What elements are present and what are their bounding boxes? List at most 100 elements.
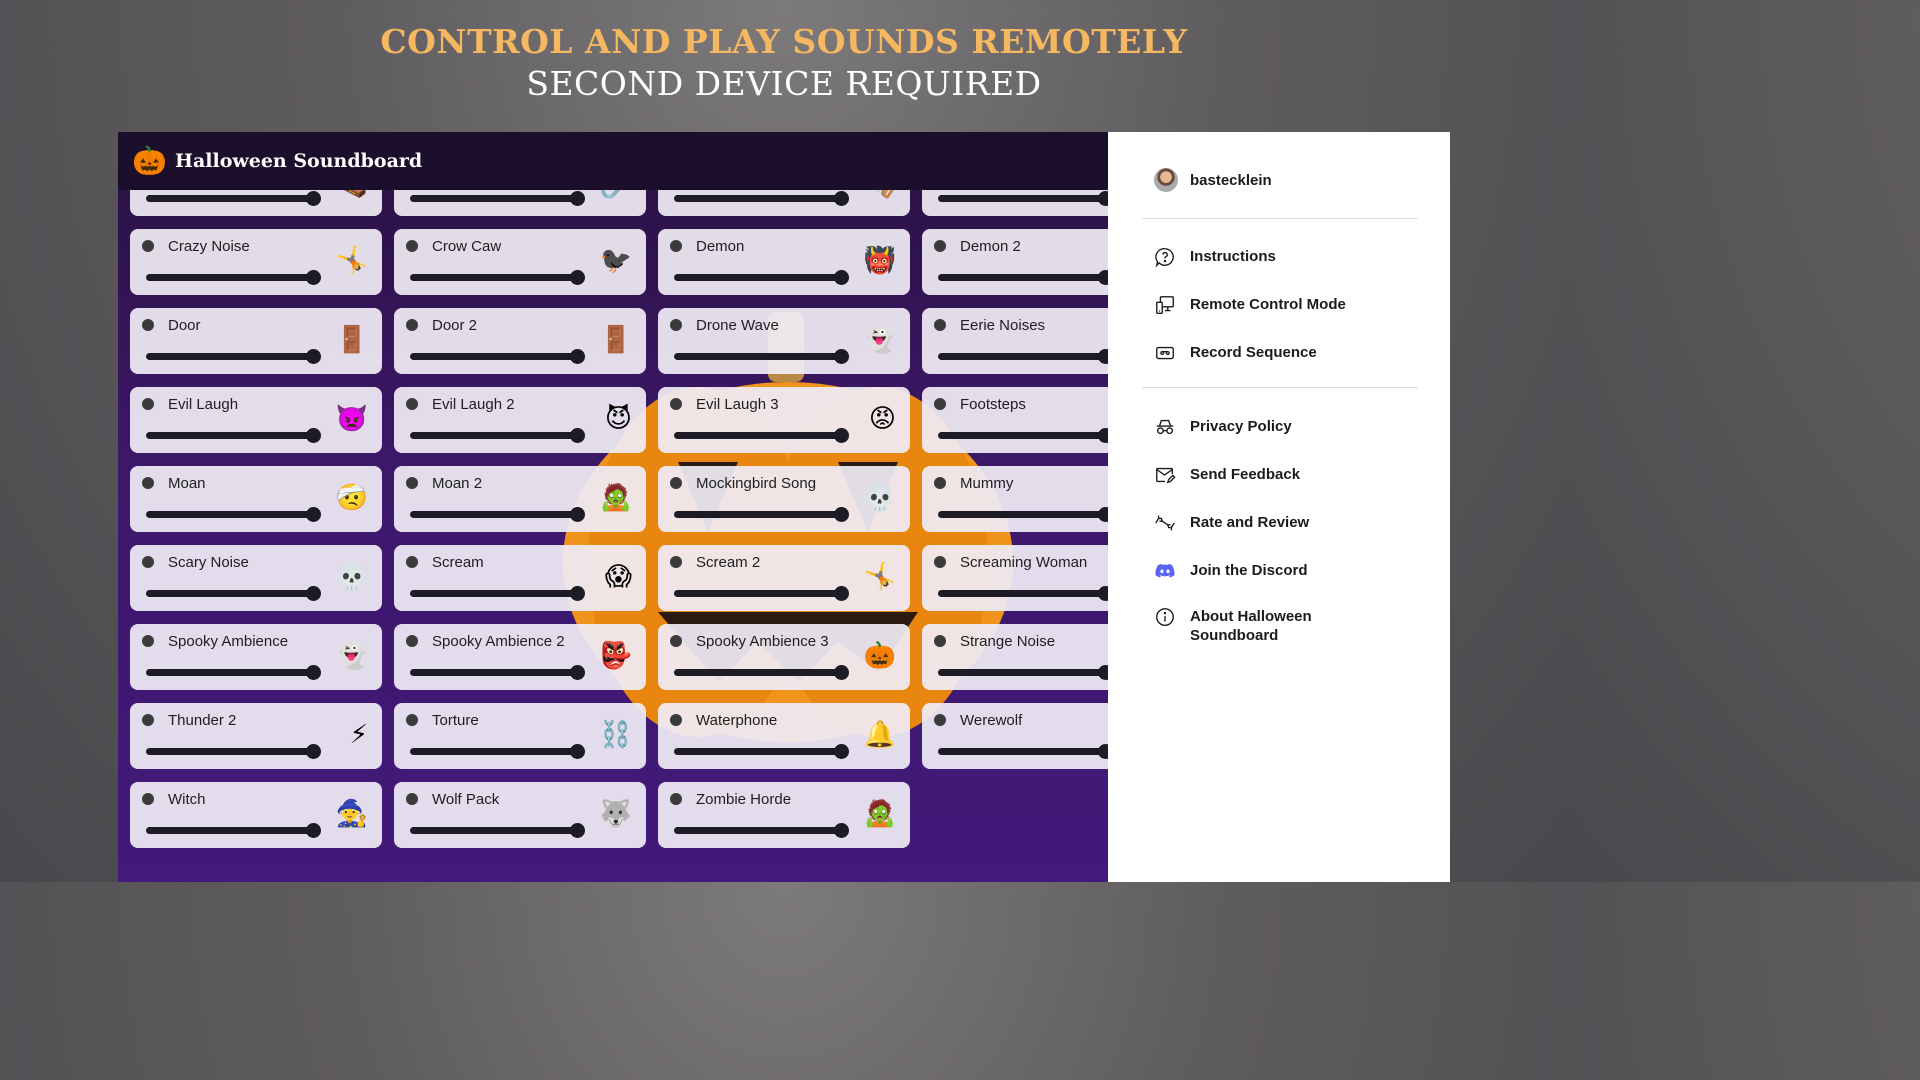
volume-slider-handle[interactable]: [570, 349, 585, 364]
play-indicator[interactable]: [934, 240, 946, 252]
volume-slider[interactable]: [146, 748, 314, 755]
volume-slider[interactable]: [674, 353, 842, 360]
volume-slider-handle[interactable]: [834, 586, 849, 601]
menu-item-remote-control[interactable]: Remote Control Mode: [1154, 295, 1346, 316]
volume-slider-handle[interactable]: [306, 191, 321, 206]
play-indicator[interactable]: [934, 635, 946, 647]
sound-card[interactable]: Moan 2 🧟: [394, 466, 646, 532]
sound-card[interactable]: Waterphone 🔔: [658, 703, 910, 769]
sound-card[interactable]: Evil Laugh 2 😈: [394, 387, 646, 453]
volume-slider[interactable]: [674, 669, 842, 676]
volume-slider[interactable]: [410, 590, 578, 597]
volume-slider-handle[interactable]: [1098, 428, 1108, 443]
play-indicator[interactable]: [142, 714, 154, 726]
volume-slider[interactable]: [938, 353, 1106, 360]
user-profile[interactable]: bastecklein: [1154, 168, 1272, 192]
volume-slider[interactable]: [938, 274, 1106, 281]
volume-slider-handle[interactable]: [1098, 665, 1108, 680]
volume-slider-handle[interactable]: [1098, 507, 1108, 522]
volume-slider[interactable]: [146, 511, 314, 518]
volume-slider[interactable]: [410, 511, 578, 518]
volume-slider-handle[interactable]: [306, 665, 321, 680]
volume-slider-handle[interactable]: [306, 507, 321, 522]
volume-slider[interactable]: [146, 669, 314, 676]
volume-slider[interactable]: [674, 827, 842, 834]
play-indicator[interactable]: [142, 635, 154, 647]
volume-slider[interactable]: [410, 195, 578, 202]
play-indicator[interactable]: [406, 635, 418, 647]
sound-card[interactable]: Crow Caw 🐦‍⬛: [394, 229, 646, 295]
play-indicator[interactable]: [142, 556, 154, 568]
volume-slider-handle[interactable]: [1098, 586, 1108, 601]
volume-slider-handle[interactable]: [570, 191, 585, 206]
volume-slider[interactable]: [410, 432, 578, 439]
sound-card[interactable]: Door 2 🚪: [394, 308, 646, 374]
volume-slider[interactable]: [674, 274, 842, 281]
play-indicator[interactable]: [406, 398, 418, 410]
volume-slider[interactable]: [146, 274, 314, 281]
volume-slider[interactable]: [938, 590, 1106, 597]
volume-slider-handle[interactable]: [306, 349, 321, 364]
play-indicator[interactable]: [670, 240, 682, 252]
volume-slider[interactable]: [674, 590, 842, 597]
play-indicator[interactable]: [670, 556, 682, 568]
menu-item-about[interactable]: About Halloween Soundboard: [1154, 607, 1340, 645]
volume-slider-handle[interactable]: [834, 270, 849, 285]
sound-card[interactable]: Witch 🧙: [130, 782, 382, 848]
sound-card[interactable]: Mummy: [922, 466, 1108, 532]
volume-slider-handle[interactable]: [834, 744, 849, 759]
menu-item-send-feedback[interactable]: Send Feedback: [1154, 465, 1300, 486]
volume-slider[interactable]: [674, 432, 842, 439]
play-indicator[interactable]: [934, 714, 946, 726]
play-indicator[interactable]: [406, 714, 418, 726]
sound-card[interactable]: Wolf Pack 🐺: [394, 782, 646, 848]
sound-card[interactable]: Werewolf: [922, 703, 1108, 769]
volume-slider-handle[interactable]: [570, 507, 585, 522]
volume-slider-handle[interactable]: [834, 349, 849, 364]
volume-slider-handle[interactable]: [1098, 191, 1108, 206]
volume-slider[interactable]: [674, 511, 842, 518]
volume-slider-handle[interactable]: [1098, 270, 1108, 285]
sound-card[interactable]: Scream 😱: [394, 545, 646, 611]
sound-card[interactable]: Evil Laugh 3 😡: [658, 387, 910, 453]
sound-card[interactable]: Screaming Woman: [922, 545, 1108, 611]
play-indicator[interactable]: [142, 240, 154, 252]
sound-card[interactable]: Torture ⛓️: [394, 703, 646, 769]
menu-item-instructions[interactable]: Instructions: [1154, 247, 1276, 268]
volume-slider[interactable]: [410, 827, 578, 834]
play-indicator[interactable]: [934, 319, 946, 331]
volume-slider[interactable]: [146, 827, 314, 834]
volume-slider[interactable]: [146, 195, 314, 202]
volume-slider-handle[interactable]: [570, 665, 585, 680]
volume-slider-handle[interactable]: [570, 744, 585, 759]
play-indicator[interactable]: [142, 398, 154, 410]
sound-card[interactable]: Spooky Ambience 3 🎃: [658, 624, 910, 690]
volume-slider-handle[interactable]: [570, 270, 585, 285]
play-indicator[interactable]: [142, 319, 154, 331]
play-indicator[interactable]: [670, 714, 682, 726]
sound-card[interactable]: Demon 2: [922, 229, 1108, 295]
play-indicator[interactable]: [406, 793, 418, 805]
volume-slider[interactable]: [674, 195, 842, 202]
play-indicator[interactable]: [934, 398, 946, 410]
sound-card[interactable]: Evil Laugh 👿: [130, 387, 382, 453]
sound-card[interactable]: Crazy Noise 🤸: [130, 229, 382, 295]
play-indicator[interactable]: [934, 556, 946, 568]
sound-card[interactable]: Thunder 2 ⚡: [130, 703, 382, 769]
sound-card[interactable]: Footsteps: [922, 387, 1108, 453]
volume-slider-handle[interactable]: [834, 428, 849, 443]
play-indicator[interactable]: [670, 319, 682, 331]
sound-card[interactable]: Spooky Ambience 👻: [130, 624, 382, 690]
volume-slider-handle[interactable]: [306, 586, 321, 601]
menu-item-rate-review[interactable]: Rate and Review: [1154, 513, 1309, 534]
play-indicator[interactable]: [406, 240, 418, 252]
volume-slider-handle[interactable]: [834, 191, 849, 206]
volume-slider[interactable]: [410, 748, 578, 755]
play-indicator[interactable]: [406, 319, 418, 331]
sound-card[interactable]: Zombie Horde 🧟: [658, 782, 910, 848]
volume-slider[interactable]: [938, 432, 1106, 439]
volume-slider[interactable]: [410, 353, 578, 360]
volume-slider[interactable]: [410, 274, 578, 281]
menu-item-privacy-policy[interactable]: Privacy Policy: [1154, 417, 1292, 438]
volume-slider-handle[interactable]: [570, 428, 585, 443]
